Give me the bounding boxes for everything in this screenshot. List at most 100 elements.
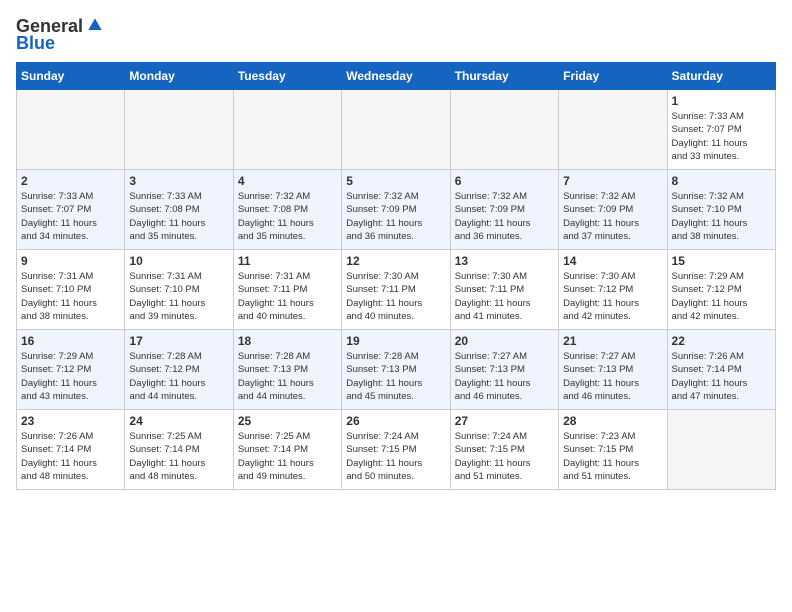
day-info: Sunrise: 7:31 AM Sunset: 7:11 PM Dayligh…: [238, 270, 337, 323]
day-info: Sunrise: 7:30 AM Sunset: 7:12 PM Dayligh…: [563, 270, 662, 323]
day-info: Sunrise: 7:33 AM Sunset: 7:08 PM Dayligh…: [129, 190, 228, 243]
day-info: Sunrise: 7:30 AM Sunset: 7:11 PM Dayligh…: [346, 270, 445, 323]
day-number: 14: [563, 254, 662, 268]
calendar-cell: [667, 410, 775, 490]
calendar-cell: 16 Sunrise: 7:29 AM Sunset: 7:12 PM Dayli…: [17, 330, 125, 410]
day-info: Sunrise: 7:26 AM Sunset: 7:14 PM Dayligh…: [672, 350, 771, 403]
day-number: 21: [563, 334, 662, 348]
calendar-cell: 27 Sunrise: 7:24 AM Sunset: 7:15 PM Dayli…: [450, 410, 558, 490]
day-info: Sunrise: 7:32 AM Sunset: 7:09 PM Dayligh…: [563, 190, 662, 243]
calendar-week-row: 23 Sunrise: 7:26 AM Sunset: 7:14 PM Dayli…: [17, 410, 776, 490]
logo-blue: Blue: [16, 33, 55, 54]
day-number: 22: [672, 334, 771, 348]
calendar-cell: 20 Sunrise: 7:27 AM Sunset: 7:13 PM Dayli…: [450, 330, 558, 410]
day-info: Sunrise: 7:24 AM Sunset: 7:15 PM Dayligh…: [455, 430, 554, 483]
day-number: 17: [129, 334, 228, 348]
calendar-cell: [342, 90, 450, 170]
day-info: Sunrise: 7:24 AM Sunset: 7:15 PM Dayligh…: [346, 430, 445, 483]
day-number: 5: [346, 174, 445, 188]
day-info: Sunrise: 7:32 AM Sunset: 7:09 PM Dayligh…: [346, 190, 445, 243]
calendar-cell: 18Sunrise: 7:28 AM Sunset: 7:13 PM Dayli…: [233, 330, 341, 410]
calendar-cell: 11 Sunrise: 7:31 AM Sunset: 7:11 PM Dayli…: [233, 250, 341, 330]
calendar-cell: [233, 90, 341, 170]
calendar-cell: 1Sunrise: 7:33 AM Sunset: 7:07 PM Daylig…: [667, 90, 775, 170]
day-info: Sunrise: 7:31 AM Sunset: 7:10 PM Dayligh…: [129, 270, 228, 323]
calendar-cell: 26 Sunrise: 7:24 AM Sunset: 7:15 PM Dayli…: [342, 410, 450, 490]
calendar-week-row: 16 Sunrise: 7:29 AM Sunset: 7:12 PM Dayli…: [17, 330, 776, 410]
calendar-cell: 21Sunrise: 7:27 AM Sunset: 7:13 PM Dayli…: [559, 330, 667, 410]
day-number: 4: [238, 174, 337, 188]
column-header-wednesday: Wednesday: [342, 63, 450, 90]
day-info: Sunrise: 7:30 AM Sunset: 7:11 PM Dayligh…: [455, 270, 554, 323]
calendar-week-row: 1Sunrise: 7:33 AM Sunset: 7:07 PM Daylig…: [17, 90, 776, 170]
day-number: 12: [346, 254, 445, 268]
day-info: Sunrise: 7:32 AM Sunset: 7:09 PM Dayligh…: [455, 190, 554, 243]
column-header-thursday: Thursday: [450, 63, 558, 90]
calendar-cell: 24 Sunrise: 7:25 AM Sunset: 7:14 PM Dayli…: [125, 410, 233, 490]
column-header-friday: Friday: [559, 63, 667, 90]
day-info: Sunrise: 7:25 AM Sunset: 7:14 PM Dayligh…: [238, 430, 337, 483]
calendar-cell: 10Sunrise: 7:31 AM Sunset: 7:10 PM Dayli…: [125, 250, 233, 330]
calendar-cell: 7Sunrise: 7:32 AM Sunset: 7:09 PM Daylig…: [559, 170, 667, 250]
day-number: 6: [455, 174, 554, 188]
calendar-cell: 14 Sunrise: 7:30 AM Sunset: 7:12 PM Dayli…: [559, 250, 667, 330]
calendar-cell: 25 Sunrise: 7:25 AM Sunset: 7:14 PM Dayli…: [233, 410, 341, 490]
day-number: 27: [455, 414, 554, 428]
day-info: Sunrise: 7:29 AM Sunset: 7:12 PM Dayligh…: [21, 350, 120, 403]
day-info: Sunrise: 7:33 AM Sunset: 7:07 PM Dayligh…: [21, 190, 120, 243]
calendar-cell: [17, 90, 125, 170]
day-number: 18: [238, 334, 337, 348]
day-info: Sunrise: 7:29 AM Sunset: 7:12 PM Dayligh…: [672, 270, 771, 323]
page-header: General Blue: [16, 16, 776, 54]
calendar-cell: 15 Sunrise: 7:29 AM Sunset: 7:12 PM Dayli…: [667, 250, 775, 330]
column-header-monday: Monday: [125, 63, 233, 90]
day-number: 13: [455, 254, 554, 268]
day-number: 3: [129, 174, 228, 188]
calendar-week-row: 9 Sunrise: 7:31 AM Sunset: 7:10 PM Daylig…: [17, 250, 776, 330]
calendar-cell: 3 Sunrise: 7:33 AM Sunset: 7:08 PM Daylig…: [125, 170, 233, 250]
day-number: 11: [238, 254, 337, 268]
calendar-cell: 22 Sunrise: 7:26 AM Sunset: 7:14 PM Dayli…: [667, 330, 775, 410]
day-info: Sunrise: 7:32 AM Sunset: 7:10 PM Dayligh…: [672, 190, 771, 243]
calendar-cell: [450, 90, 558, 170]
calendar-header-row: SundayMondayTuesdayWednesdayThursdayFrid…: [17, 63, 776, 90]
calendar-cell: 8 Sunrise: 7:32 AM Sunset: 7:10 PM Daylig…: [667, 170, 775, 250]
day-info: Sunrise: 7:32 AM Sunset: 7:08 PM Dayligh…: [238, 190, 337, 243]
day-info: Sunrise: 7:33 AM Sunset: 7:07 PM Dayligh…: [672, 110, 771, 163]
day-number: 19: [346, 334, 445, 348]
day-info: Sunrise: 7:23 AM Sunset: 7:15 PM Dayligh…: [563, 430, 662, 483]
logo: General Blue: [16, 16, 105, 54]
calendar-cell: 6 Sunrise: 7:32 AM Sunset: 7:09 PM Daylig…: [450, 170, 558, 250]
calendar-cell: 9 Sunrise: 7:31 AM Sunset: 7:10 PM Daylig…: [17, 250, 125, 330]
column-header-saturday: Saturday: [667, 63, 775, 90]
calendar-cell: 12 Sunrise: 7:30 AM Sunset: 7:11 PM Dayli…: [342, 250, 450, 330]
column-header-sunday: Sunday: [17, 63, 125, 90]
calendar-cell: 2Sunrise: 7:33 AM Sunset: 7:07 PM Daylig…: [17, 170, 125, 250]
day-number: 8: [672, 174, 771, 188]
calendar-week-row: 2Sunrise: 7:33 AM Sunset: 7:07 PM Daylig…: [17, 170, 776, 250]
column-header-tuesday: Tuesday: [233, 63, 341, 90]
day-info: Sunrise: 7:28 AM Sunset: 7:12 PM Dayligh…: [129, 350, 228, 403]
calendar-table: SundayMondayTuesdayWednesdayThursdayFrid…: [16, 62, 776, 490]
day-number: 25: [238, 414, 337, 428]
day-info: Sunrise: 7:26 AM Sunset: 7:14 PM Dayligh…: [21, 430, 120, 483]
day-number: 15: [672, 254, 771, 268]
day-number: 26: [346, 414, 445, 428]
calendar-cell: [125, 90, 233, 170]
calendar-cell: 4 Sunrise: 7:32 AM Sunset: 7:08 PM Daylig…: [233, 170, 341, 250]
day-number: 23: [21, 414, 120, 428]
day-number: 9: [21, 254, 120, 268]
day-info: Sunrise: 7:25 AM Sunset: 7:14 PM Dayligh…: [129, 430, 228, 483]
calendar-cell: 19 Sunrise: 7:28 AM Sunset: 7:13 PM Dayli…: [342, 330, 450, 410]
day-info: Sunrise: 7:28 AM Sunset: 7:13 PM Dayligh…: [346, 350, 445, 403]
calendar-cell: 5 Sunrise: 7:32 AM Sunset: 7:09 PM Daylig…: [342, 170, 450, 250]
day-info: Sunrise: 7:27 AM Sunset: 7:13 PM Dayligh…: [455, 350, 554, 403]
calendar-cell: 28Sunrise: 7:23 AM Sunset: 7:15 PM Dayli…: [559, 410, 667, 490]
calendar-cell: 13 Sunrise: 7:30 AM Sunset: 7:11 PM Dayli…: [450, 250, 558, 330]
day-number: 24: [129, 414, 228, 428]
calendar-cell: [559, 90, 667, 170]
day-info: Sunrise: 7:31 AM Sunset: 7:10 PM Dayligh…: [21, 270, 120, 323]
day-number: 20: [455, 334, 554, 348]
day-number: 16: [21, 334, 120, 348]
calendar-cell: 23 Sunrise: 7:26 AM Sunset: 7:14 PM Dayli…: [17, 410, 125, 490]
